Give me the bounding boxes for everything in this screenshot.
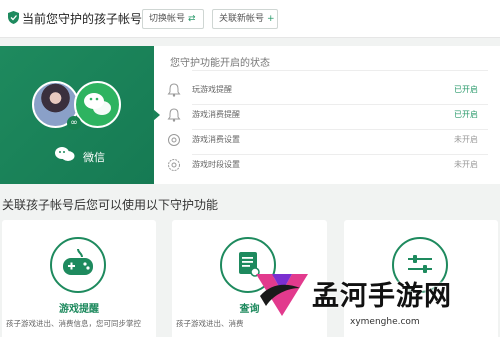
- features-section-title: 关联孩子帐号后您可以使用以下守护功能: [2, 198, 219, 212]
- gear-icon: [168, 159, 180, 171]
- watermark-url: xymenghe.com: [350, 317, 420, 327]
- feature-desc: 孩子游戏进出、消费: [176, 319, 244, 328]
- status-value: 已开启: [454, 85, 478, 94]
- status-label: 游戏消费提醒: [192, 110, 240, 119]
- watermark-title: 孟河手游网: [312, 281, 452, 312]
- shield-icon: [8, 11, 19, 24]
- status-row-spend-reminder[interactable]: 游戏消费提醒 已开启: [166, 105, 488, 129]
- plus-icon: +: [267, 14, 275, 24]
- watermark-logo-icon: [256, 274, 308, 316]
- top-bar: 当前您守护的孩子帐号 切换帐号 ⇄ 关联新帐号 +: [0, 0, 500, 38]
- platform-label: 微信: [83, 151, 105, 164]
- add-account-label: 关联新帐号: [219, 14, 265, 24]
- link-icon: ∞: [67, 116, 81, 130]
- feature-card-game-reminder[interactable]: 游戏提醒 孩子游戏进出、消费信息，您可同步掌控: [2, 220, 156, 337]
- site-watermark: 孟河手游网 xymenghe.com: [252, 266, 500, 337]
- bell-icon: [167, 83, 181, 97]
- gamepad-icon: [50, 237, 106, 293]
- status-label: 游戏消费设置: [192, 135, 240, 144]
- wechat-icon: [55, 147, 75, 161]
- wechat-logo-icon: [74, 81, 121, 128]
- status-value: 未开启: [454, 160, 478, 169]
- divider: [192, 70, 488, 71]
- status-value: 已开启: [454, 110, 478, 119]
- feature-desc: 孩子游戏进出、消费信息，您可同步掌控: [6, 319, 141, 328]
- status-row-spend-settings[interactable]: 游戏消费设置 未开启: [166, 130, 488, 154]
- status-label: 游戏时段设置: [192, 160, 240, 169]
- settings-icon: [168, 134, 180, 146]
- bell-icon: [167, 108, 181, 122]
- switch-account-label: 切换帐号: [149, 14, 186, 24]
- swap-icon: ⇄: [188, 14, 196, 24]
- child-account-card: ∞ 微信: [0, 46, 154, 184]
- add-account-button[interactable]: 关联新帐号 +: [212, 9, 278, 29]
- switch-account-button[interactable]: 切换帐号 ⇄: [142, 9, 204, 29]
- status-value: 未开启: [454, 135, 478, 144]
- status-row-time-settings[interactable]: 游戏时段设置 未开启: [166, 155, 488, 179]
- status-title: 您守护功能开启的状态: [170, 58, 270, 69]
- status-row-game-reminder[interactable]: 玩游戏提醒 已开启: [166, 80, 488, 104]
- guard-status-panel: ∞ 微信 您守护功能开启的状态 玩游戏提醒 已开启 游戏消费提醒 已开启 游戏消…: [0, 46, 500, 184]
- card-pointer: [153, 109, 160, 121]
- feature-title: 游戏提醒: [59, 304, 99, 315]
- status-label: 玩游戏提醒: [192, 85, 232, 94]
- page-title: 当前您守护的孩子帐号: [22, 12, 143, 26]
